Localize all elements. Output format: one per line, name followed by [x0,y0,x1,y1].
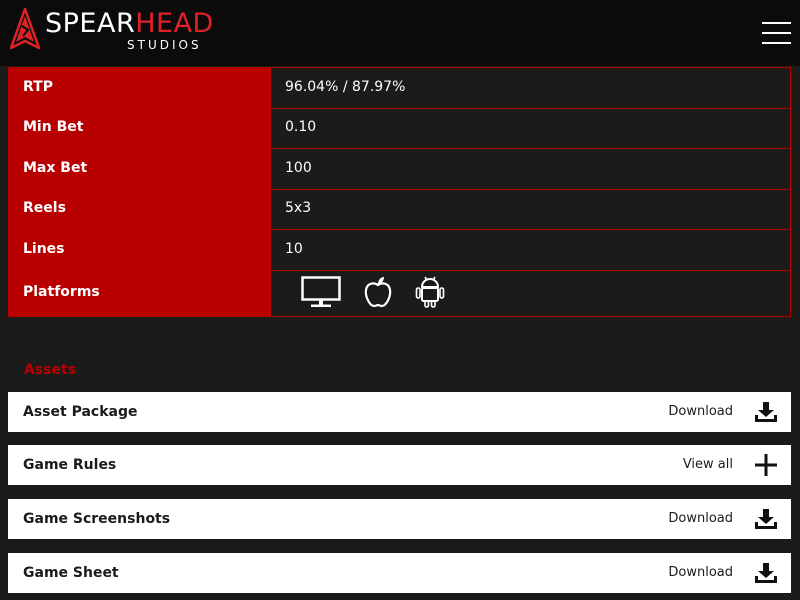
info-value: 100 [271,149,790,189]
asset-row-asset-package[interactable]: Asset Package Download [8,392,791,432]
info-row-min-bet: Min Bet 0.10 [9,108,790,149]
asset-name: Asset Package [23,404,138,420]
asset-name: Game Sheet [23,565,119,581]
android-icon [415,276,445,308]
asset-row-game-sheet[interactable]: Game Sheet Download [8,553,791,593]
info-value: 10 [271,230,790,270]
game-info-table: RTP 96.04% / 87.97% Min Bet 0.10 Max Bet… [8,67,791,317]
logo-text-red: HEAD [135,8,214,39]
download-icon[interactable] [754,562,778,584]
info-label: RTP [9,68,271,108]
info-label: Reels [9,189,271,229]
assets-heading: Assets [24,362,77,378]
info-row-rtp: RTP 96.04% / 87.97% [9,68,790,109]
asset-row-game-screenshots[interactable]: Game Screenshots Download [8,499,791,539]
asset-name: Game Rules [23,457,117,473]
info-value: 5x3 [271,189,790,229]
info-label: Min Bet [9,108,271,148]
apple-icon [363,276,393,308]
spearhead-logo-icon[interactable] [8,8,42,52]
info-row-lines: Lines 10 [9,230,790,271]
info-row-platforms: Platforms [9,270,790,316]
asset-row-game-rules[interactable]: Game Rules View all [8,445,791,485]
hamburger-menu-icon[interactable] [762,22,791,44]
info-value: 96.04% / 87.97% [271,68,790,108]
asset-action-label[interactable]: Download [668,499,733,539]
info-value: 0.10 [271,108,790,148]
logo-wordmark[interactable]: SPEARHEAD [45,9,214,39]
info-row-max-bet: Max Bet 100 [9,149,790,190]
info-row-reels: Reels 5x3 [9,189,790,230]
platforms-value [271,270,790,316]
plus-icon[interactable] [754,454,778,476]
logo-text-white: SPEAR [45,8,136,39]
asset-action-label[interactable]: Download [668,392,733,432]
download-icon[interactable] [754,401,778,423]
download-icon[interactable] [754,508,778,530]
logo-subtitle: STUDIOS [127,38,202,52]
asset-action-label[interactable]: View all [683,445,733,485]
site-header: SPEARHEAD STUDIOS [0,0,800,66]
desktop-icon [301,276,341,308]
info-label: Platforms [9,270,271,316]
info-label: Max Bet [9,149,271,189]
platform-icons [285,276,467,308]
asset-name: Game Screenshots [23,511,171,527]
asset-action-label[interactable]: Download [668,553,733,593]
info-label: Lines [9,230,271,270]
